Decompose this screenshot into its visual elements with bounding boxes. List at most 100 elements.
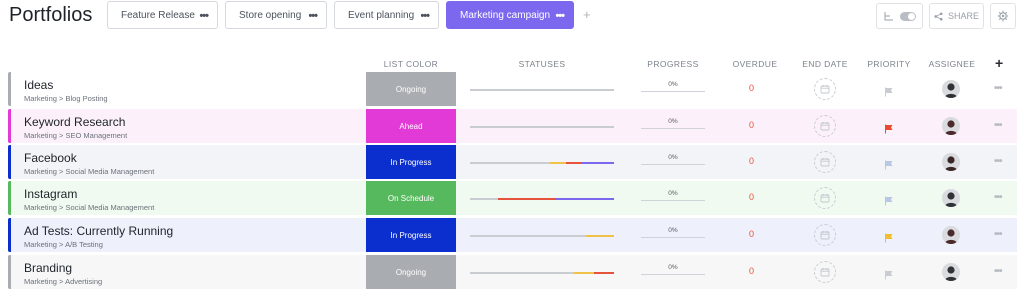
list-color-status[interactable]: Ongoing — [366, 72, 456, 106]
avatar[interactable] — [942, 226, 960, 244]
priority-flag-icon[interactable] — [884, 193, 894, 211]
status-segment — [470, 89, 614, 91]
row-title[interactable]: Instagram — [24, 187, 77, 201]
column-header-statuses: STATUSES — [518, 59, 566, 69]
column-header-overdue: OVERDUE — [732, 59, 778, 69]
gear-icon — [997, 10, 1009, 22]
column-header-end-date: END DATE — [802, 59, 848, 69]
end-date-picker[interactable] — [814, 261, 836, 283]
status-segment — [470, 126, 614, 128]
row-title[interactable]: Ad Tests: Currently Running — [24, 224, 173, 238]
list-item[interactable]: Ad Tests: Currently Running Marketing > A… — [8, 218, 1017, 252]
tab-more-icon[interactable]: ••• — [199, 10, 209, 22]
priority-flag-icon[interactable] — [884, 84, 894, 102]
priority-flag-icon[interactable] — [884, 267, 894, 285]
overdue-count: 0 — [749, 229, 755, 239]
progress-track — [641, 274, 705, 275]
hierarchy-icon — [884, 12, 893, 21]
progress-indicator: 0% — [641, 185, 705, 209]
row-color-bar — [8, 72, 11, 106]
share-button[interactable]: SHARE — [929, 3, 984, 29]
list-item[interactable]: Keyword Research Marketing > SEO Manageme… — [8, 109, 1017, 143]
share-label: SHARE — [947, 11, 979, 21]
tab-marketing-campaign[interactable]: Marketing campaign ••• — [446, 1, 574, 29]
priority-flag-icon[interactable] — [884, 230, 894, 248]
row-title[interactable]: Facebook — [24, 151, 77, 165]
tab-more-icon[interactable]: ••• — [420, 10, 430, 22]
column-header-list-color: LIST COLOR — [383, 59, 439, 69]
tab-more-icon[interactable]: ••• — [555, 10, 565, 22]
row-breadcrumb: Marketing > SEO Management — [24, 131, 128, 140]
overdue-count: 0 — [749, 156, 755, 166]
toggle-switch[interactable] — [899, 11, 916, 21]
progress-indicator: 0% — [641, 222, 705, 246]
progress-value: 0% — [668, 81, 678, 88]
progress-track — [641, 237, 705, 238]
row-title[interactable]: Keyword Research — [24, 115, 125, 129]
tab-label: Marketing campaign — [460, 9, 551, 21]
tab-event-planning[interactable]: Event planning ••• — [334, 1, 439, 29]
progress-value: 0% — [668, 190, 678, 197]
row-color-bar — [8, 109, 11, 143]
status-segment — [582, 162, 614, 164]
progress-value: 0% — [668, 227, 678, 234]
row-title[interactable]: Branding — [24, 261, 72, 275]
row-breadcrumb: Marketing > Advertising — [24, 277, 103, 286]
list-color-status[interactable]: In Progress — [366, 218, 456, 252]
tab-label: Feature Release — [121, 9, 195, 21]
row-more-icon[interactable]: ••• — [994, 229, 1002, 240]
row-more-icon[interactable]: ••• — [994, 120, 1002, 131]
status-segment — [556, 198, 614, 200]
avatar[interactable] — [942, 263, 960, 281]
list-color-status[interactable]: Ahead — [366, 109, 456, 143]
add-tab-button[interactable]: + — [583, 7, 591, 22]
tab-feature-release[interactable]: Feature Release ••• — [107, 1, 218, 29]
page-title: Portfolios — [9, 4, 93, 26]
list-item[interactable]: Branding Marketing > Advertising Ongoing 0%… — [8, 255, 1017, 289]
row-title[interactable]: Ideas — [24, 78, 53, 92]
avatar[interactable] — [942, 153, 960, 171]
avatar[interactable] — [942, 117, 960, 135]
statuses-bar — [470, 89, 614, 91]
list-item[interactable]: Instagram Marketing > Social Media Manage… — [8, 181, 1017, 215]
calendar-icon — [820, 85, 830, 94]
list-color-status[interactable]: In Progress — [366, 145, 456, 179]
list-color-status[interactable]: Ongoing — [366, 255, 456, 289]
row-breadcrumb: Marketing > Social Media Management — [24, 203, 155, 212]
row-more-icon[interactable]: ••• — [994, 192, 1002, 203]
add-column-button[interactable]: + — [995, 55, 1003, 71]
progress-track — [641, 200, 705, 201]
row-color-bar — [8, 145, 11, 179]
hierarchy-toggle-button[interactable] — [876, 3, 923, 29]
row-breadcrumb: Marketing > Blog Posting — [24, 94, 108, 103]
end-date-picker[interactable] — [814, 78, 836, 100]
end-date-picker[interactable] — [814, 151, 836, 173]
avatar[interactable] — [942, 189, 960, 207]
end-date-picker[interactable] — [814, 224, 836, 246]
row-more-icon[interactable]: ••• — [994, 83, 1002, 94]
list-item[interactable]: Facebook Marketing > Social Media Managem… — [8, 145, 1017, 179]
avatar[interactable] — [942, 80, 960, 98]
list-item[interactable]: Ideas Marketing > Blog Posting Ongoing 0% 0 •… — [8, 72, 1017, 106]
status-segment — [550, 162, 566, 164]
header: Portfolios Feature Release ••• Store ope… — [0, 0, 1024, 34]
column-header-progress: PROGRESS — [647, 59, 699, 69]
overdue-count: 0 — [749, 266, 755, 276]
tab-label: Event planning — [348, 9, 415, 21]
list-color-status[interactable]: On Schedule — [366, 181, 456, 215]
statuses-bar — [470, 235, 614, 237]
progress-indicator: 0% — [641, 113, 705, 137]
status-segment — [470, 272, 574, 274]
tab-more-icon[interactable]: ••• — [308, 10, 318, 22]
row-more-icon[interactable]: ••• — [994, 266, 1002, 277]
tab-label: Store opening — [239, 9, 302, 21]
settings-button[interactable] — [990, 3, 1016, 29]
end-date-picker[interactable] — [814, 115, 836, 137]
priority-flag-icon[interactable] — [884, 157, 894, 175]
priority-flag-icon[interactable] — [884, 121, 894, 139]
overdue-count: 0 — [749, 120, 755, 130]
row-more-icon[interactable]: ••• — [994, 156, 1002, 167]
tab-store-opening[interactable]: Store opening ••• — [225, 1, 327, 29]
row-breadcrumb: Marketing > Social Media Management — [24, 167, 155, 176]
end-date-picker[interactable] — [814, 187, 836, 209]
